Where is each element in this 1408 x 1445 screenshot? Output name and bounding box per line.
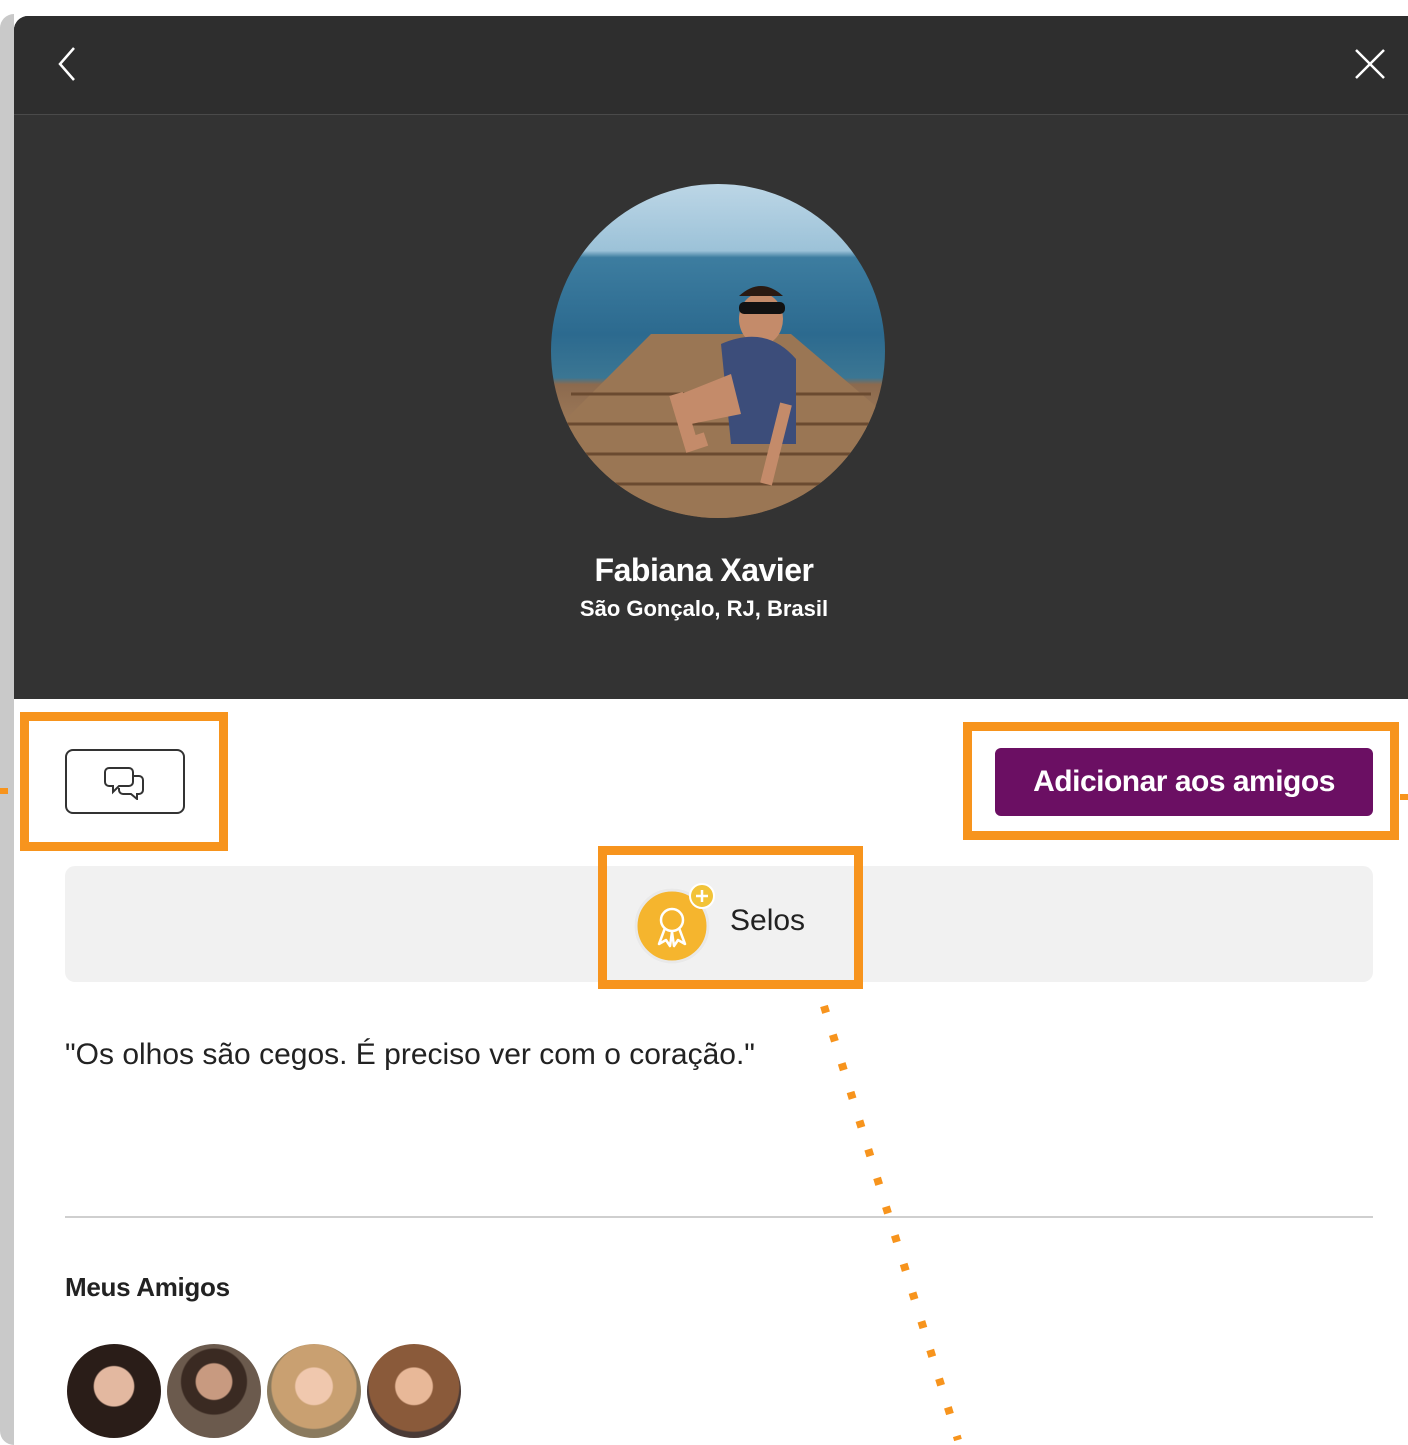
friend-avatar[interactable] [365,1342,463,1440]
section-divider [65,1216,1373,1218]
friend-avatar[interactable] [265,1342,363,1440]
close-icon [1355,49,1385,79]
friends-title: Meus Amigos [65,1272,230,1302]
profile-quote: "Os olhos são cegos. É preciso ver com o… [65,1038,755,1071]
profile-modal: Fabiana Xavier São Gonçalo, RJ, Brasil A… [14,16,1408,1445]
friend-avatar[interactable] [65,1342,163,1440]
badges-label: Selos [730,904,806,937]
profile-avatar [551,184,885,518]
chat-button[interactable] [65,749,185,814]
window-left-edge [0,0,14,1445]
chat-bubbles-icon [104,766,144,800]
friend-avatar[interactable] [165,1342,263,1440]
badges-bar[interactable]: Selos [65,866,1373,982]
award-badge-icon [634,883,715,964]
modal-topbar [14,16,1408,115]
profile-location: São Gonçalo, RJ, Brasil [579,596,829,621]
friends-list [65,1342,485,1440]
profile-name: Fabiana Xavier [594,552,814,588]
close-button[interactable] [1350,44,1390,84]
back-button[interactable] [52,44,84,84]
chevron-left-icon [58,47,75,81]
add-friend-button[interactable]: Adicionar aos amigos [995,748,1373,816]
profile-header: Fabiana Xavier São Gonçalo, RJ, Brasil [14,16,1408,699]
avatar-photo [551,286,885,518]
